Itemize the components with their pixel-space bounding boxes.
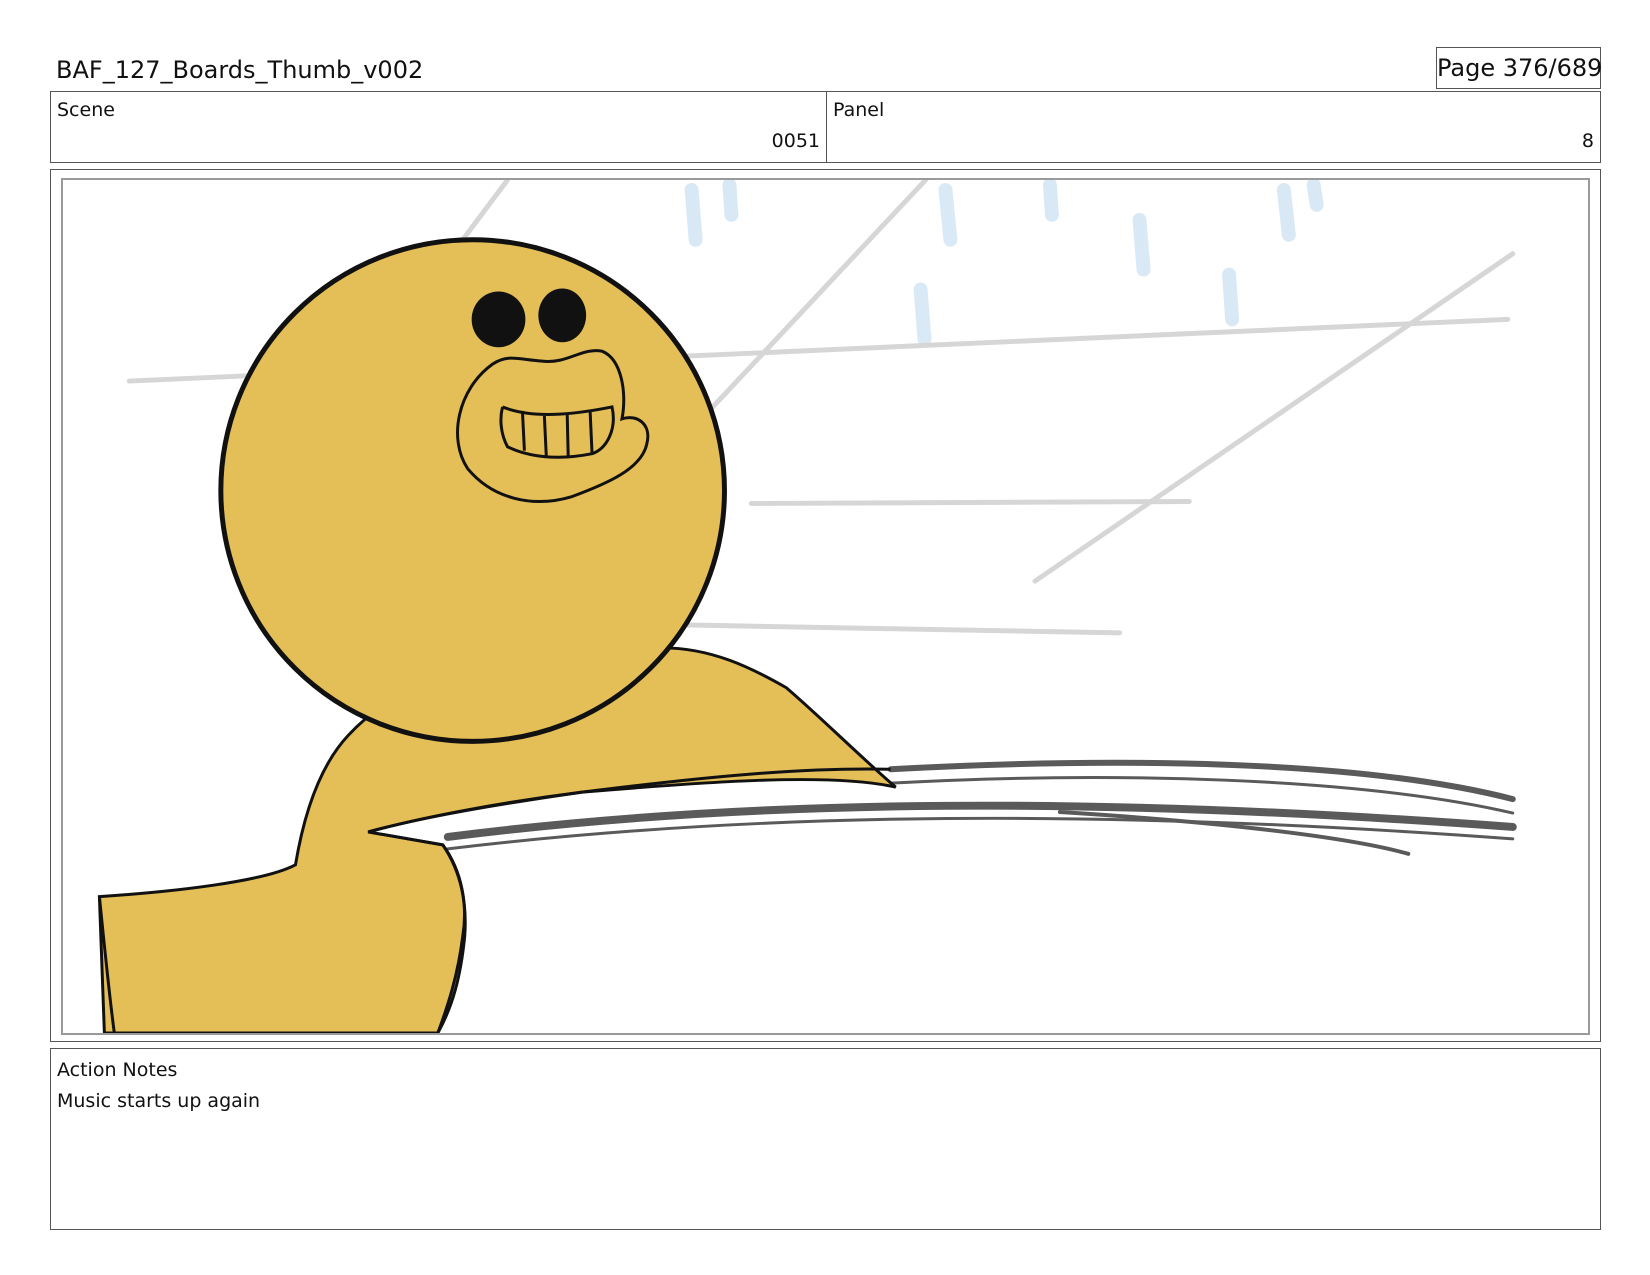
action-notes-box: Action Notes Music starts up again [50, 1048, 1601, 1230]
scene-cell: Scene 0051 [51, 92, 827, 162]
action-notes-label: Action Notes [57, 1059, 178, 1081]
left-eye [471, 291, 526, 348]
rain-sketch [684, 180, 1324, 347]
storyboard-drawing [97, 180, 1517, 1033]
panel-cell: Panel 8 [827, 92, 1600, 162]
panel-label: Panel [833, 99, 885, 121]
scene-number: 0051 [771, 130, 820, 152]
action-notes-text: Music starts up again [57, 1090, 261, 1112]
scene-panel-row: Scene 0051 Panel 8 [50, 91, 1601, 163]
storyboard-frame [61, 178, 1590, 1035]
right-eye [538, 288, 587, 343]
panel-number: 8 [1581, 130, 1594, 152]
page-number: Page 376/689 [1436, 47, 1602, 89]
character [97, 237, 897, 1033]
scene-label: Scene [57, 99, 115, 121]
document-title: BAF_127_Boards_Thumb_v002 [56, 56, 424, 84]
